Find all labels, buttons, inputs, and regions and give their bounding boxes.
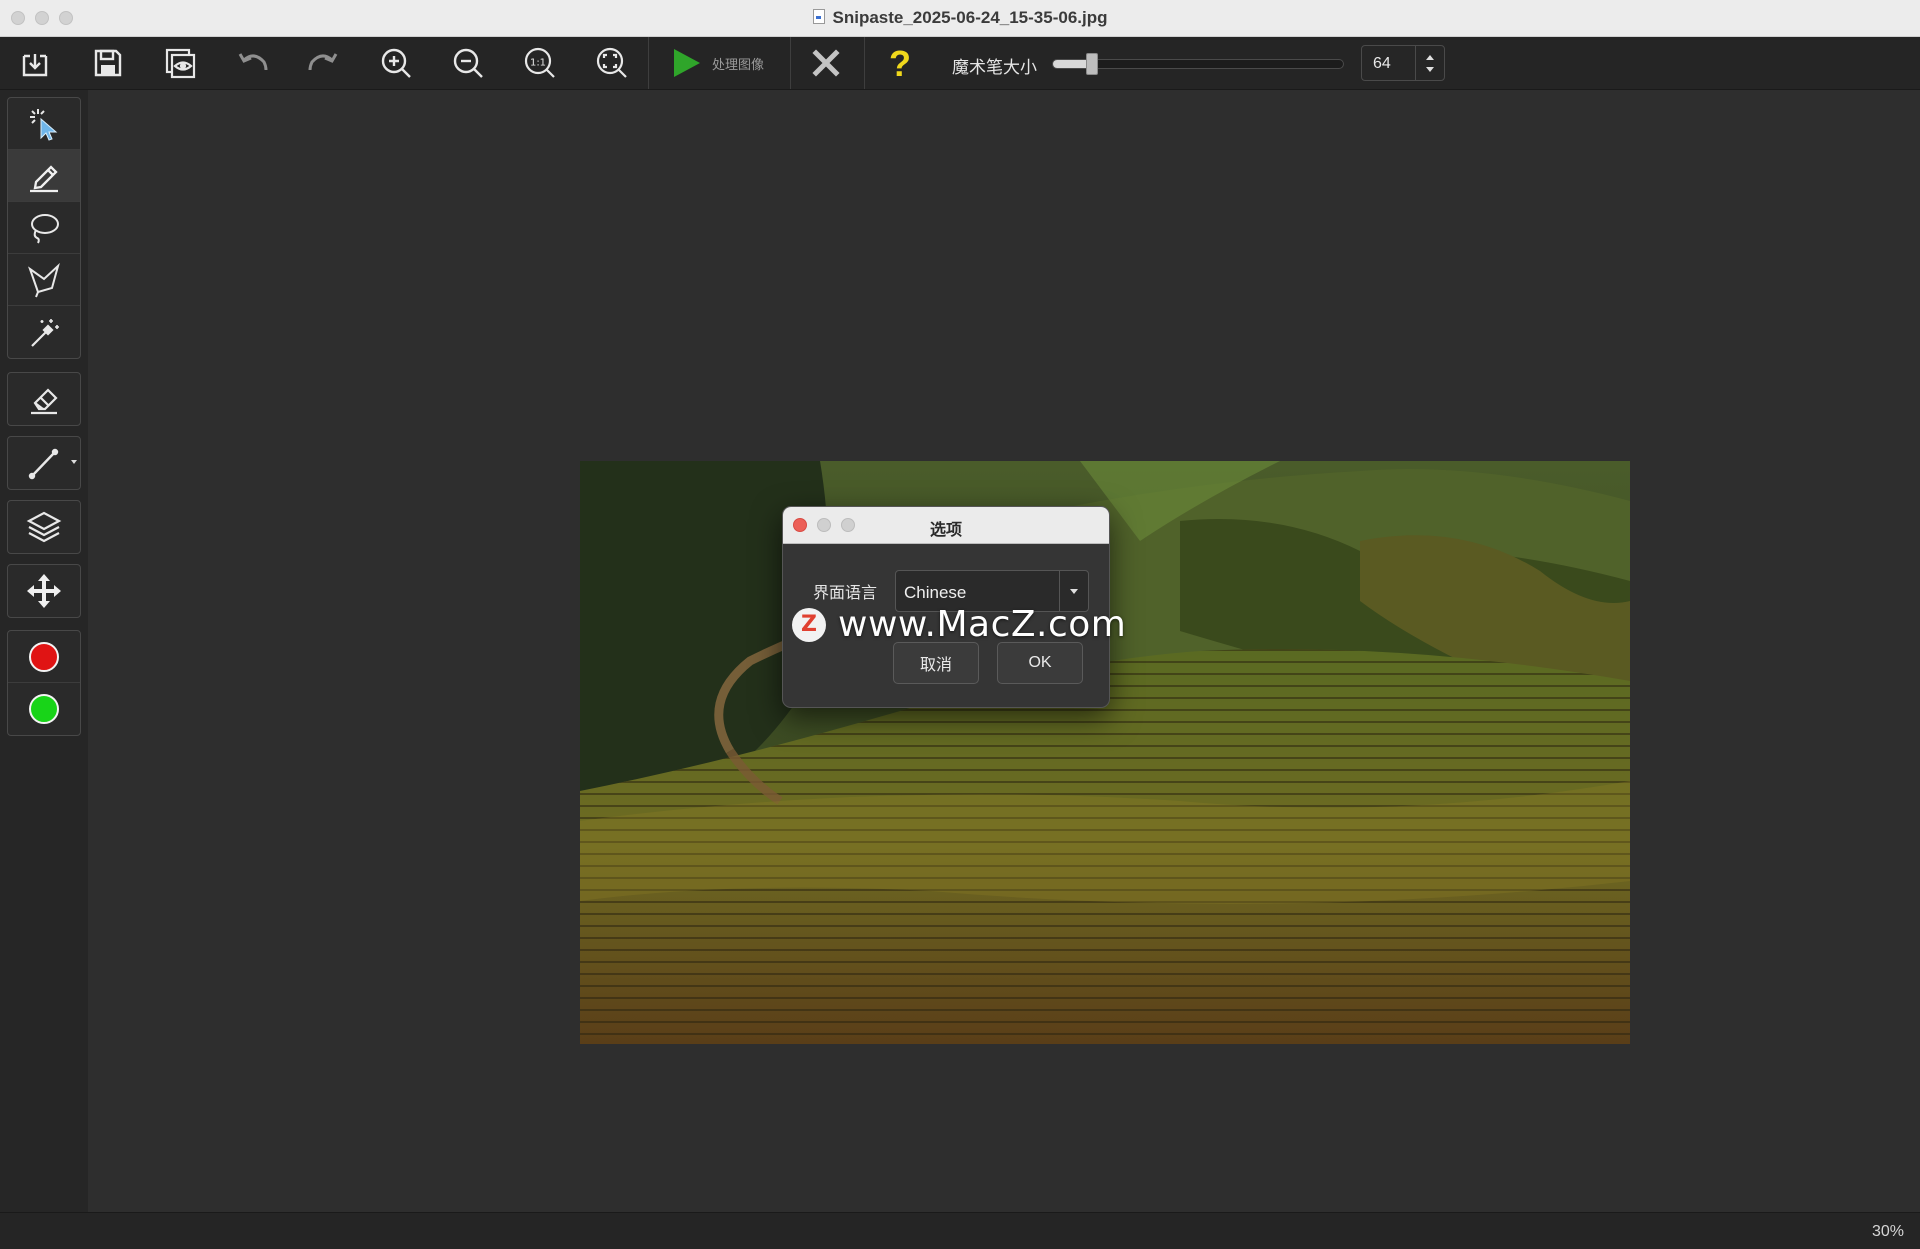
- slider-thumb[interactable]: [1086, 53, 1098, 75]
- cancel-button[interactable]: 取消: [893, 642, 979, 684]
- language-value[interactable]: Chinese: [904, 583, 966, 603]
- ok-button[interactable]: OK: [997, 642, 1083, 684]
- watermark-text: www.MacZ.com: [838, 604, 1127, 645]
- selection-tool-group: [7, 97, 81, 359]
- window-titlebar: Snipaste_2025-06-24_15-35-06.jpg: [0, 0, 1920, 37]
- language-label: 界面语言: [813, 585, 878, 602]
- preview-icon[interactable]: [158, 43, 202, 83]
- chevron-down-icon[interactable]: [71, 460, 77, 464]
- toolbar-divider: [864, 37, 865, 89]
- background-color-swatch[interactable]: [8, 683, 80, 735]
- foreground-color-swatch[interactable]: [8, 631, 80, 683]
- main-toolbar: 1:1 处理图像 ? 魔术笔大小 64: [0, 37, 1920, 90]
- dialog-titlebar: 选项: [783, 507, 1109, 544]
- eraser-icon[interactable]: [8, 373, 80, 425]
- red-color-dot: [29, 641, 59, 672]
- save-icon[interactable]: [86, 43, 130, 83]
- play-icon: [674, 49, 700, 77]
- increment-icon[interactable]: [1426, 54, 1434, 60]
- layers-icon[interactable]: [8, 501, 80, 553]
- zoom-in-icon[interactable]: [374, 43, 418, 83]
- help-icon[interactable]: ?: [878, 43, 922, 83]
- window-title-text: Snipaste_2025-06-24_15-35-06.jpg: [832, 8, 1108, 27]
- color-swatch-group: [7, 630, 81, 736]
- watermark: Z www.MacZ.com: [792, 604, 1126, 645]
- close-icon[interactable]: [804, 43, 848, 83]
- fit-to-window-icon[interactable]: [590, 43, 634, 83]
- dialog-title: 选项: [929, 522, 962, 539]
- eraser-tool-group: [7, 372, 81, 426]
- open-file-icon[interactable]: [13, 43, 57, 83]
- magic-wand-icon[interactable]: [8, 306, 80, 358]
- toolbar-divider: [790, 37, 791, 89]
- magic-pen-size-value[interactable]: 64: [1373, 55, 1391, 73]
- window-title: Snipaste_2025-06-24_15-35-06.jpg: [0, 8, 1920, 28]
- undo-icon[interactable]: [230, 43, 274, 83]
- line-icon[interactable]: [8, 437, 80, 489]
- svg-text:?: ?: [889, 44, 911, 82]
- line-tool-group: [7, 436, 81, 490]
- pen-icon[interactable]: [8, 150, 80, 202]
- green-color-dot: [29, 694, 59, 724]
- magic-pen-size-slider[interactable]: [1052, 53, 1344, 75]
- smart-select-icon[interactable]: [8, 98, 80, 150]
- decrement-icon[interactable]: [1426, 66, 1434, 72]
- magic-pen-size-stepper[interactable]: 64: [1361, 45, 1445, 81]
- move-icon[interactable]: [8, 565, 80, 617]
- magic-pen-size-label: 魔术笔大小: [952, 58, 1037, 77]
- toolbar-divider: [648, 37, 649, 89]
- actual-size-icon[interactable]: 1:1: [518, 43, 562, 83]
- redo-icon[interactable]: [302, 43, 346, 83]
- polygon-lasso-icon[interactable]: [8, 254, 80, 306]
- lasso-icon[interactable]: [8, 202, 80, 254]
- zoom-level: 30%: [1871, 1223, 1904, 1240]
- process-image-button[interactable]: 处理图像: [664, 43, 774, 83]
- process-image-label: 处理图像: [712, 56, 765, 72]
- svg-text:1:1: 1:1: [530, 58, 546, 69]
- watermark-logo: Z: [792, 607, 826, 642]
- tool-sidebar: [0, 90, 88, 1212]
- document-icon: [812, 9, 825, 24]
- layers-tool-group: [7, 500, 81, 554]
- move-tool-group: [7, 564, 81, 618]
- zoom-out-icon[interactable]: [446, 43, 490, 83]
- status-bar: 30%: [0, 1212, 1920, 1249]
